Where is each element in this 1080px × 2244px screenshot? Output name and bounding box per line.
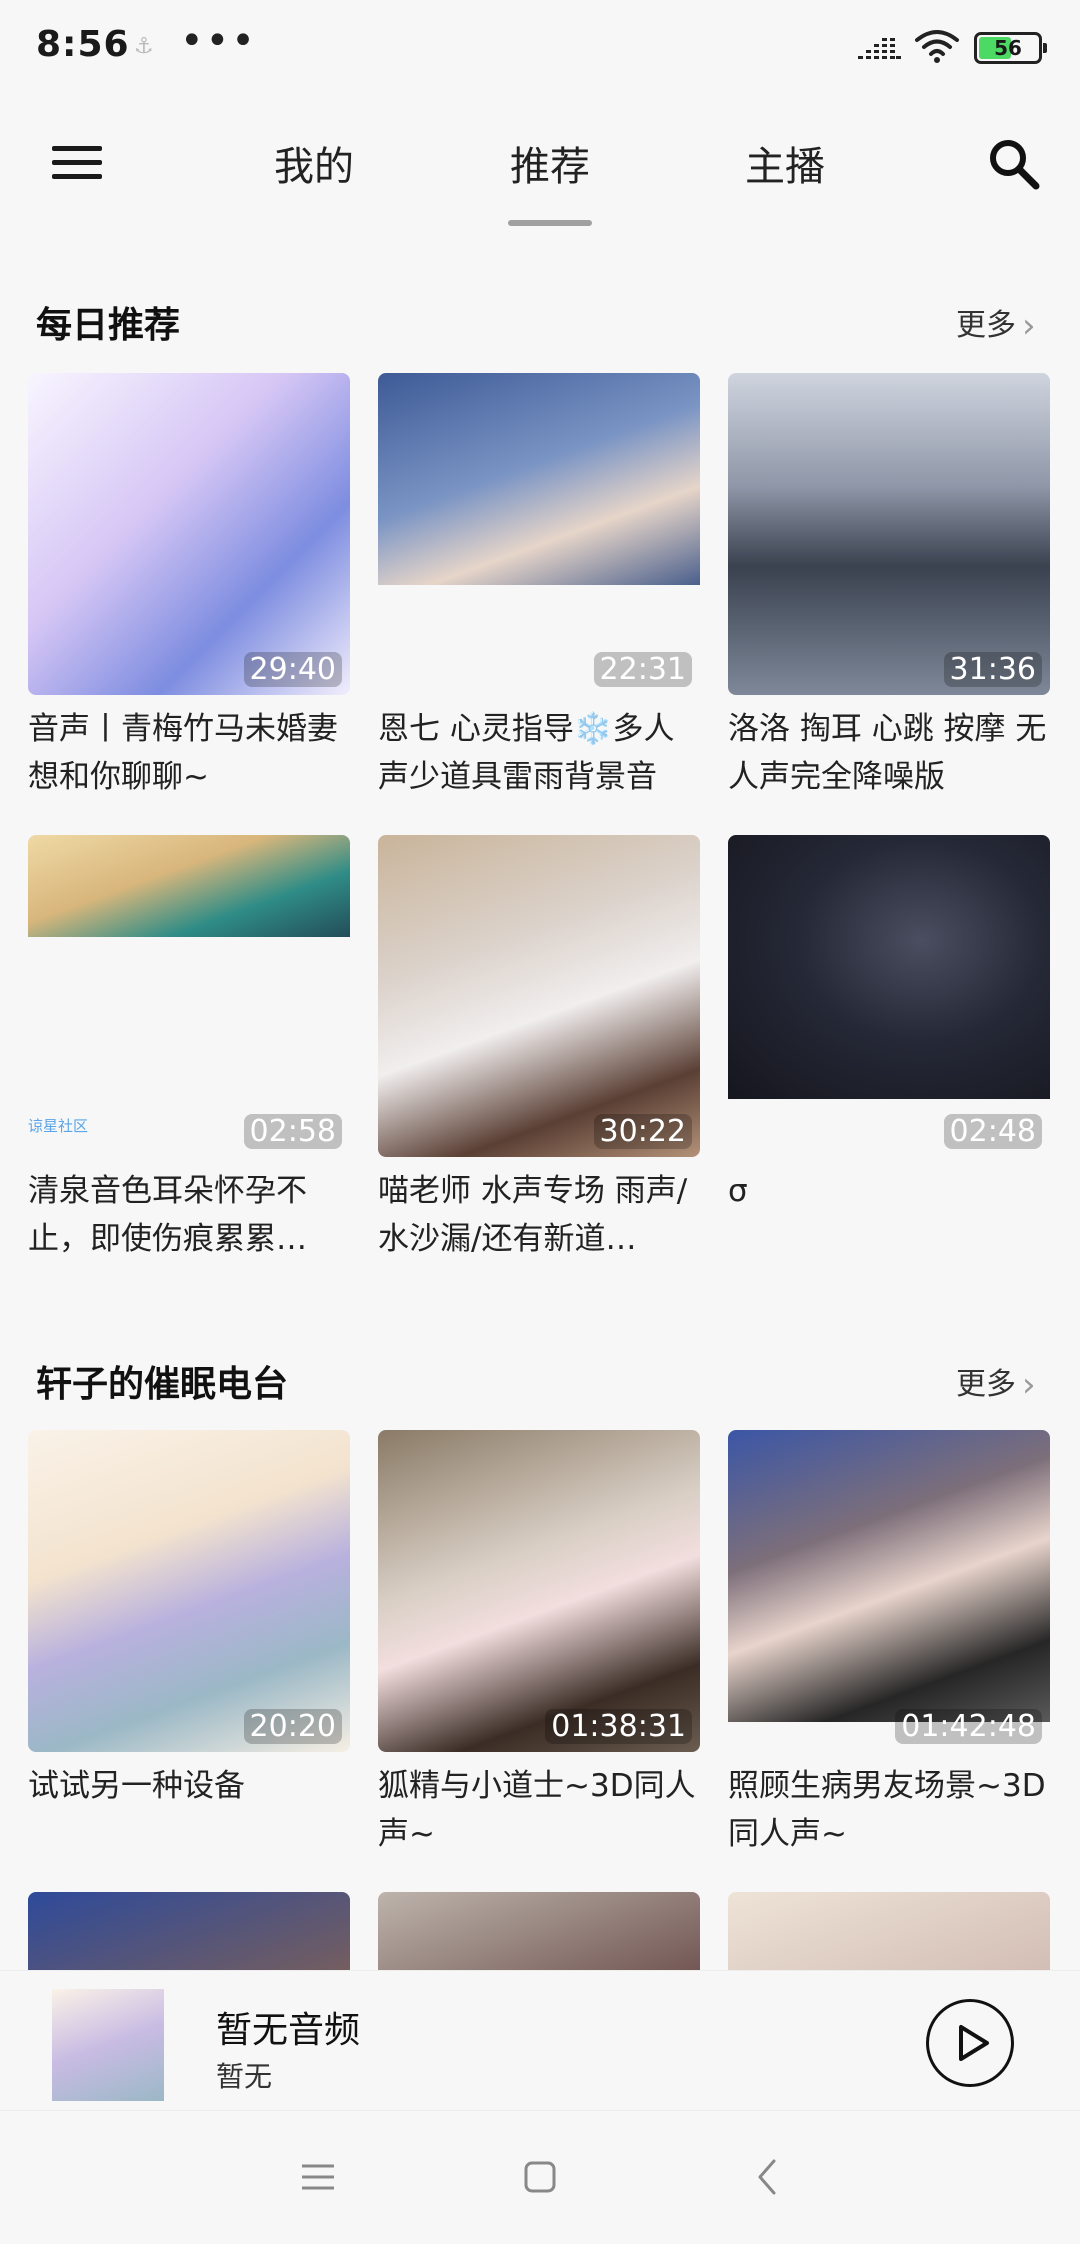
duration-badge: 02:58 <box>243 1114 342 1149</box>
chevron-right-icon: › <box>1022 1365 1036 1405</box>
card-daily-2[interactable]: 22:31 恩七 心灵指导❄️多人声少道具雷雨背景音 <box>378 373 700 801</box>
duration-badge: 20:20 <box>243 1709 342 1744</box>
duration-badge: 01:42:48 <box>895 1709 1042 1744</box>
card-title: 照顾生病男友场景~3D同人声~ <box>728 1768 1046 1852</box>
battery-level: 56 <box>994 36 1022 60</box>
card-title: 狐精与小道士~3D同人声~ <box>378 1768 696 1852</box>
card-daily-6[interactable]: 02:48 σ <box>728 835 1050 1263</box>
thumbnail <box>728 1892 1050 1970</box>
thumbnail <box>28 1892 350 1970</box>
player-title: 暂无音频 <box>216 2010 361 2051</box>
tab-mine[interactable]: 我的 <box>254 134 374 192</box>
thumbnail: 22:31 <box>378 373 700 695</box>
duration-badge: 31:36 <box>943 652 1042 687</box>
card-title: 清泉音色耳朵怀孕不止，即使伤痕累累… <box>28 1173 307 1257</box>
player-cover-art <box>52 1989 164 2101</box>
thumbnail: 01:42:48 <box>728 1430 1050 1752</box>
player-subtitle: 暂无 <box>216 2060 273 2093</box>
thumbnail: 谅星社区 02:58 <box>28 835 350 1157</box>
section-title-daily: 每日推荐 <box>36 305 181 346</box>
thumbnail: 31:36 <box>728 373 1050 695</box>
thumbnail: 02:48 <box>728 835 1050 1157</box>
top-nav: 我的 推荐 主播 <box>0 120 1080 240</box>
duration-badge: 02:48 <box>943 1114 1042 1149</box>
battery-icon: 56 <box>974 32 1047 64</box>
more-notifications-icon: ••• <box>180 18 257 64</box>
card-title: 试试另一种设备 <box>28 1768 245 1804</box>
tab-host[interactable]: 主播 <box>725 134 845 192</box>
more-link-daily[interactable]: 更多 › <box>956 300 1036 346</box>
card-hypnosis-2[interactable]: 01:38:31 狐精与小道士~3D同人声~ <box>378 1430 700 1858</box>
thumbnail: 20:20 <box>28 1430 350 1752</box>
card-title: σ <box>728 1173 748 1209</box>
watermark-text: 谅星社区 <box>28 1117 89 1135</box>
duration-badge: 29:40 <box>243 652 342 687</box>
system-navigation-bar <box>0 2110 1080 2244</box>
section-title-hypnosis: 轩子的催眠电台 <box>36 1364 289 1405</box>
card-title: 音声丨青梅竹马未婚妻想和你聊聊~ <box>28 711 338 795</box>
card-title: 洛洛 掏耳 心跳 按摩 无人声完全降噪版 <box>728 711 1047 795</box>
duration-badge: 30:22 <box>593 1114 692 1149</box>
back-icon[interactable] <box>748 2157 788 2197</box>
card-hypnosis-4-partial[interactable] <box>28 1892 350 1970</box>
play-button[interactable] <box>926 1999 1014 2087</box>
home-icon[interactable] <box>520 2157 560 2197</box>
chevron-right-icon: › <box>1022 306 1036 346</box>
card-daily-1[interactable]: 29:40 音声丨青梅竹马未婚妻想和你聊聊~ <box>28 373 350 801</box>
more-link-hypnosis[interactable]: 更多 › <box>956 1359 1036 1405</box>
thumbnail: 01:38:31 <box>378 1430 700 1752</box>
thumbnail: 29:40 <box>28 373 350 695</box>
card-daily-5[interactable]: 30:22 喵老师 水声专场 雨声/水沙漏/还有新道… <box>378 835 700 1263</box>
status-bar: 8:56 ⚓ ••• 56 <box>0 0 1080 100</box>
thumbnail <box>378 1892 700 1970</box>
card-title: 恩七 心灵指导❄️多人声少道具雷雨背景音 <box>378 711 675 795</box>
card-title: 喵老师 水声专场 雨声/水沙漏/还有新道… <box>378 1173 688 1257</box>
card-hypnosis-1[interactable]: 20:20 试试另一种设备 <box>28 1430 350 1858</box>
active-tab-indicator <box>508 220 592 226</box>
more-label: 更多 <box>956 1367 1016 1402</box>
play-icon <box>959 2025 989 2061</box>
card-hypnosis-6-partial[interactable] <box>728 1892 1050 1970</box>
duration-badge: 01:38:31 <box>545 1709 692 1744</box>
search-icon <box>990 140 1040 190</box>
menu-button[interactable] <box>48 138 108 188</box>
card-hypnosis-5-partial[interactable] <box>378 1892 700 1970</box>
mini-player[interactable]: 暂无音频 暂无 <box>0 1970 1080 2110</box>
card-hypnosis-3[interactable]: 01:42:48 照顾生病男友场景~3D同人声~ <box>728 1430 1050 1858</box>
menu-icon <box>52 146 102 151</box>
recent-apps-icon[interactable] <box>298 2157 338 2197</box>
thumbnail: 30:22 <box>378 835 700 1157</box>
duration-badge: 22:31 <box>593 652 692 687</box>
wifi-icon <box>915 30 959 63</box>
card-daily-4[interactable]: 谅星社区 02:58 清泉音色耳朵怀孕不止，即使伤痕累累… <box>28 835 350 1263</box>
notification-icon: ⚓ <box>134 34 154 59</box>
card-daily-3[interactable]: 31:36 洛洛 掏耳 心跳 按摩 无人声完全降噪版 <box>728 373 1050 801</box>
signal-icon <box>858 38 901 59</box>
status-time: 8:56 <box>36 24 130 65</box>
more-label: 更多 <box>956 308 1016 343</box>
search-button[interactable] <box>984 134 1044 194</box>
tab-recommend[interactable]: 推荐 <box>490 134 610 192</box>
